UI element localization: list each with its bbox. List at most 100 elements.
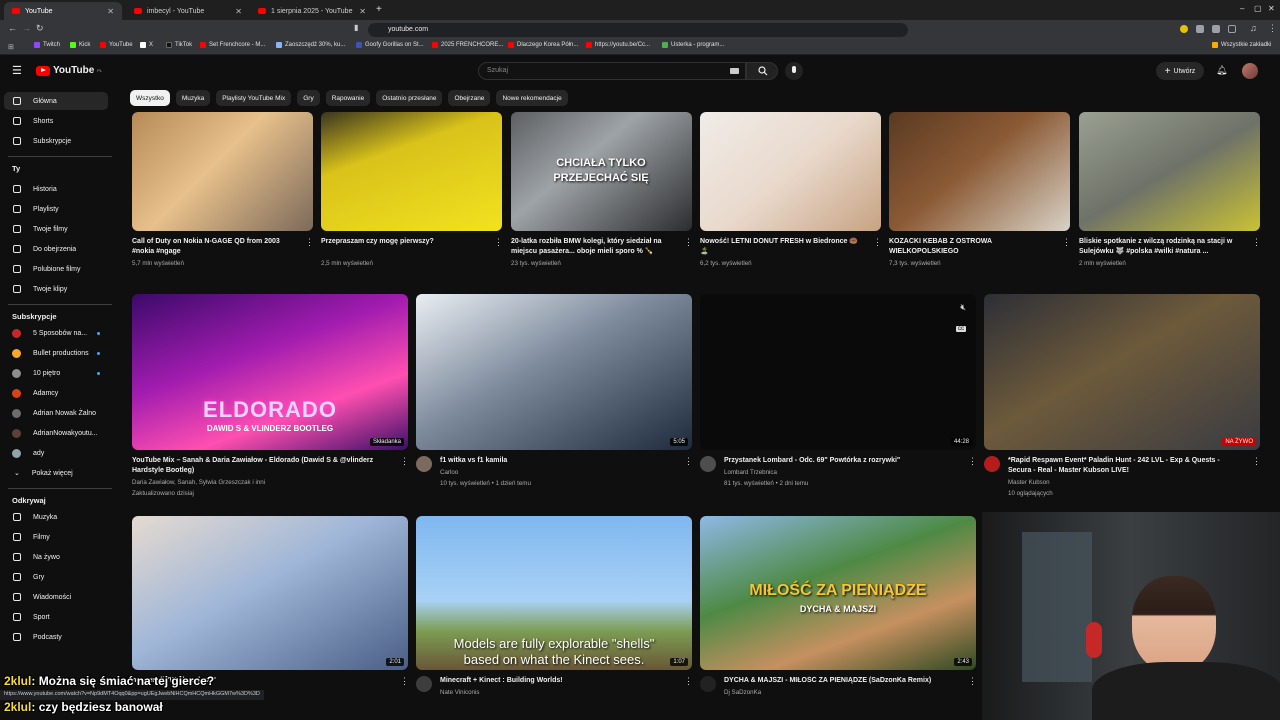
video-thumbnail[interactable]: ELDORADO DAWID S & VLINDERZ BOOTLEG Składa… — [132, 294, 408, 450]
sidebar-subscription-4[interactable]: Adrian Nowak Żalno — [4, 404, 108, 422]
sidebar-item-explore-6[interactable]: Podcasty — [4, 628, 108, 646]
bookmark-icon[interactable]: ▮ — [354, 23, 358, 32]
browser-menu-icon[interactable]: ⋮ — [1268, 23, 1277, 34]
avatar[interactable] — [1242, 63, 1258, 79]
video-title[interactable]: Minecraft + Kinect : Building Worlds! — [440, 676, 676, 686]
more-options-icon[interactable]: ⋮ — [1062, 237, 1071, 248]
channel-avatar[interactable] — [700, 456, 716, 472]
channel-name[interactable]: Daria Zawiałow, Sanah, Sylwia Grzeszczak… — [132, 478, 392, 488]
video-thumbnail[interactable]: MIŁOŚĆ ZA PIENIĄDZE DYCHA & MAJSZI 2:43 — [700, 516, 976, 670]
video-title[interactable]: f1 witka vs f1 kamila — [440, 456, 676, 466]
bookmark-item[interactable]: Zaoszczędź 30%, ku... — [276, 42, 345, 48]
video-title[interactable]: Nowość! LETNI DONUT FRESH w Biedronce 🍩 … — [700, 237, 865, 257]
captions-icon[interactable]: cc — [956, 326, 966, 332]
video-title[interactable]: Przepraszam czy mogę pierwszy? — [321, 237, 486, 257]
bookmark-item[interactable]: Twitch — [34, 42, 60, 48]
chip-4[interactable]: Rapowanie — [325, 90, 371, 106]
video-thumbnail[interactable]: NA ŻYWO — [984, 294, 1260, 450]
search-button[interactable] — [746, 62, 778, 80]
bookmark-item[interactable]: Set Frenchcore - M... — [200, 42, 265, 48]
apps-icon[interactable]: ⊞ — [8, 43, 14, 51]
video-thumbnail[interactable] — [889, 112, 1070, 231]
minimize-icon[interactable]: – — [1240, 4, 1244, 13]
sidebar-item-2[interactable]: Subskrypcje — [4, 132, 108, 150]
sidebar-subscription-3[interactable]: Adamcy — [4, 384, 108, 402]
more-options-icon[interactable]: ⋮ — [873, 237, 882, 248]
sidebar-item-explore-4[interactable]: Wiadomości — [4, 588, 108, 606]
video-title[interactable]: KOZACKI KEBAB Z OSTROWA WIELKOPOLSKIEGO — [889, 237, 1054, 257]
more-options-icon[interactable]: ⋮ — [305, 237, 314, 248]
sidebar-item-explore-1[interactable]: Filmy — [4, 528, 108, 546]
sidebar-item-explore-2[interactable]: Na żywo — [4, 548, 108, 566]
sidebar-item-explore-3[interactable]: Gry — [4, 568, 108, 586]
chip-5[interactable]: Ostatnio przesłane — [376, 90, 443, 106]
sidebar-item-you-2[interactable]: Twoje filmy — [4, 220, 108, 238]
new-tab-icon[interactable]: + — [376, 4, 382, 15]
video-thumbnail[interactable] — [321, 112, 502, 231]
channel-avatar[interactable] — [700, 676, 716, 692]
more-options-icon[interactable]: ⋮ — [1252, 456, 1261, 467]
video-title[interactable]: 20-latka rozbiła BMW kolegi, który siedz… — [511, 237, 676, 257]
more-options-icon[interactable]: ⋮ — [684, 676, 693, 687]
forward-icon[interactable]: → — [22, 23, 31, 33]
sidebar-item-you-5[interactable]: Twoje klipy — [4, 280, 108, 298]
channel-name[interactable]: Nate Viniconis — [440, 688, 676, 698]
browser-tab-youtube[interactable]: YouTube ✕ — [4, 2, 122, 20]
more-options-icon[interactable]: ⋮ — [968, 676, 977, 687]
video-title[interactable]: Call of Duty on Nokia N-GAGE QD from 200… — [132, 237, 297, 257]
video-thumbnail[interactable]: Models are fully explorable "shells" bas… — [416, 516, 692, 670]
close-tab-icon[interactable]: ✕ — [359, 7, 366, 16]
sidebar-item-you-3[interactable]: Do obejrzenia — [4, 240, 108, 258]
search-input[interactable]: Szukaj — [478, 62, 746, 80]
bookmark-item[interactable]: Goofy Gorillas on St... — [356, 42, 424, 48]
reload-icon[interactable]: ↻ — [36, 23, 44, 34]
close-tab-icon[interactable]: ✕ — [107, 7, 114, 16]
sidebar-subscription-0[interactable]: 5 Sposobów na... — [4, 324, 108, 342]
channel-avatar[interactable] — [416, 456, 432, 472]
sidebar-item-explore-5[interactable]: Sport — [4, 608, 108, 626]
video-thumbnail[interactable]: 2:01 — [132, 516, 408, 670]
extension-icon[interactable] — [1196, 25, 1204, 33]
chip-1[interactable]: Muzyka — [175, 90, 211, 106]
video-thumbnail[interactable]: 5:05 — [416, 294, 692, 450]
more-options-icon[interactable]: ⋮ — [400, 676, 409, 687]
browser-tab-imbecyl[interactable]: imbecyl - YouTube ✕ — [126, 2, 250, 20]
extension-icon[interactable] — [1180, 25, 1188, 33]
keyboard-icon[interactable] — [730, 68, 739, 74]
sidebar-subscription-6[interactable]: ady — [4, 444, 108, 462]
more-options-icon[interactable]: ⋮ — [494, 237, 503, 248]
sidebar-item-1[interactable]: Shorts — [4, 112, 108, 130]
more-options-icon[interactable]: ⋮ — [400, 456, 409, 467]
section-header-you[interactable]: Ty — [12, 164, 20, 173]
bookmark-item[interactable]: YouTube — [100, 42, 133, 48]
video-thumbnail[interactable] — [700, 112, 881, 231]
chip-7[interactable]: Nowe rekomendacje — [496, 90, 568, 106]
sidebar-subscription-7[interactable]: ⌄ Pokaż więcej — [4, 464, 108, 482]
bookmark-item[interactable]: Kick — [70, 42, 90, 48]
notifications-bell-icon[interactable]: 🔔︎ — [1216, 65, 1227, 76]
video-title[interactable]: Bliskie spotkanie z wilczą rodzinką na s… — [1079, 237, 1244, 257]
sidebar-item-0[interactable]: Główna — [4, 92, 108, 110]
video-thumbnail[interactable]: CHCIAŁA TYLKO PRZEJECHAĆ SIĘ — [511, 112, 692, 231]
video-title[interactable]: *Rapid Respawn Event* Paladin Hunt - 242… — [1008, 456, 1244, 476]
video-thumbnail[interactable] — [132, 112, 313, 231]
sidebar-item-you-1[interactable]: Playlisty — [4, 200, 108, 218]
browser-tab-date[interactable]: 1 sierpnia 2025 - YouTube ✕ — [250, 2, 374, 20]
back-icon[interactable]: ← — [8, 23, 17, 33]
voice-search-button[interactable] — [785, 62, 803, 80]
bookmark-item[interactable]: X — [140, 42, 153, 48]
more-options-icon[interactable]: ⋮ — [684, 456, 693, 467]
channel-name[interactable]: Master Kubson — [1008, 478, 1244, 488]
video-title[interactable]: DYCHA & MAJSZI - MIŁOŚĆ ZA PIENIĄDZE (Sa… — [724, 676, 960, 686]
sidebar-subscription-1[interactable]: Bullet productions — [4, 344, 108, 362]
bookmark-item[interactable]: Dlaczego Korea Półn... — [508, 42, 578, 48]
video-title[interactable]: YouTube Mix – Sanah & Daria Zawiałow - E… — [132, 456, 392, 476]
chip-0[interactable]: Wszystko — [130, 90, 170, 106]
video-title[interactable]: Przystanek Lombard - Odc. 69" Powtórka z… — [724, 456, 960, 466]
video-thumbnail[interactable] — [1079, 112, 1260, 231]
extensions-puzzle-icon[interactable] — [1212, 25, 1220, 33]
sidebar-item-you-0[interactable]: Historia — [4, 180, 108, 198]
channel-name[interactable]: Carloo — [440, 468, 676, 478]
sidebar-subscription-2[interactable]: 10 piętro — [4, 364, 108, 382]
chip-6[interactable]: Obejrzane — [448, 90, 491, 106]
